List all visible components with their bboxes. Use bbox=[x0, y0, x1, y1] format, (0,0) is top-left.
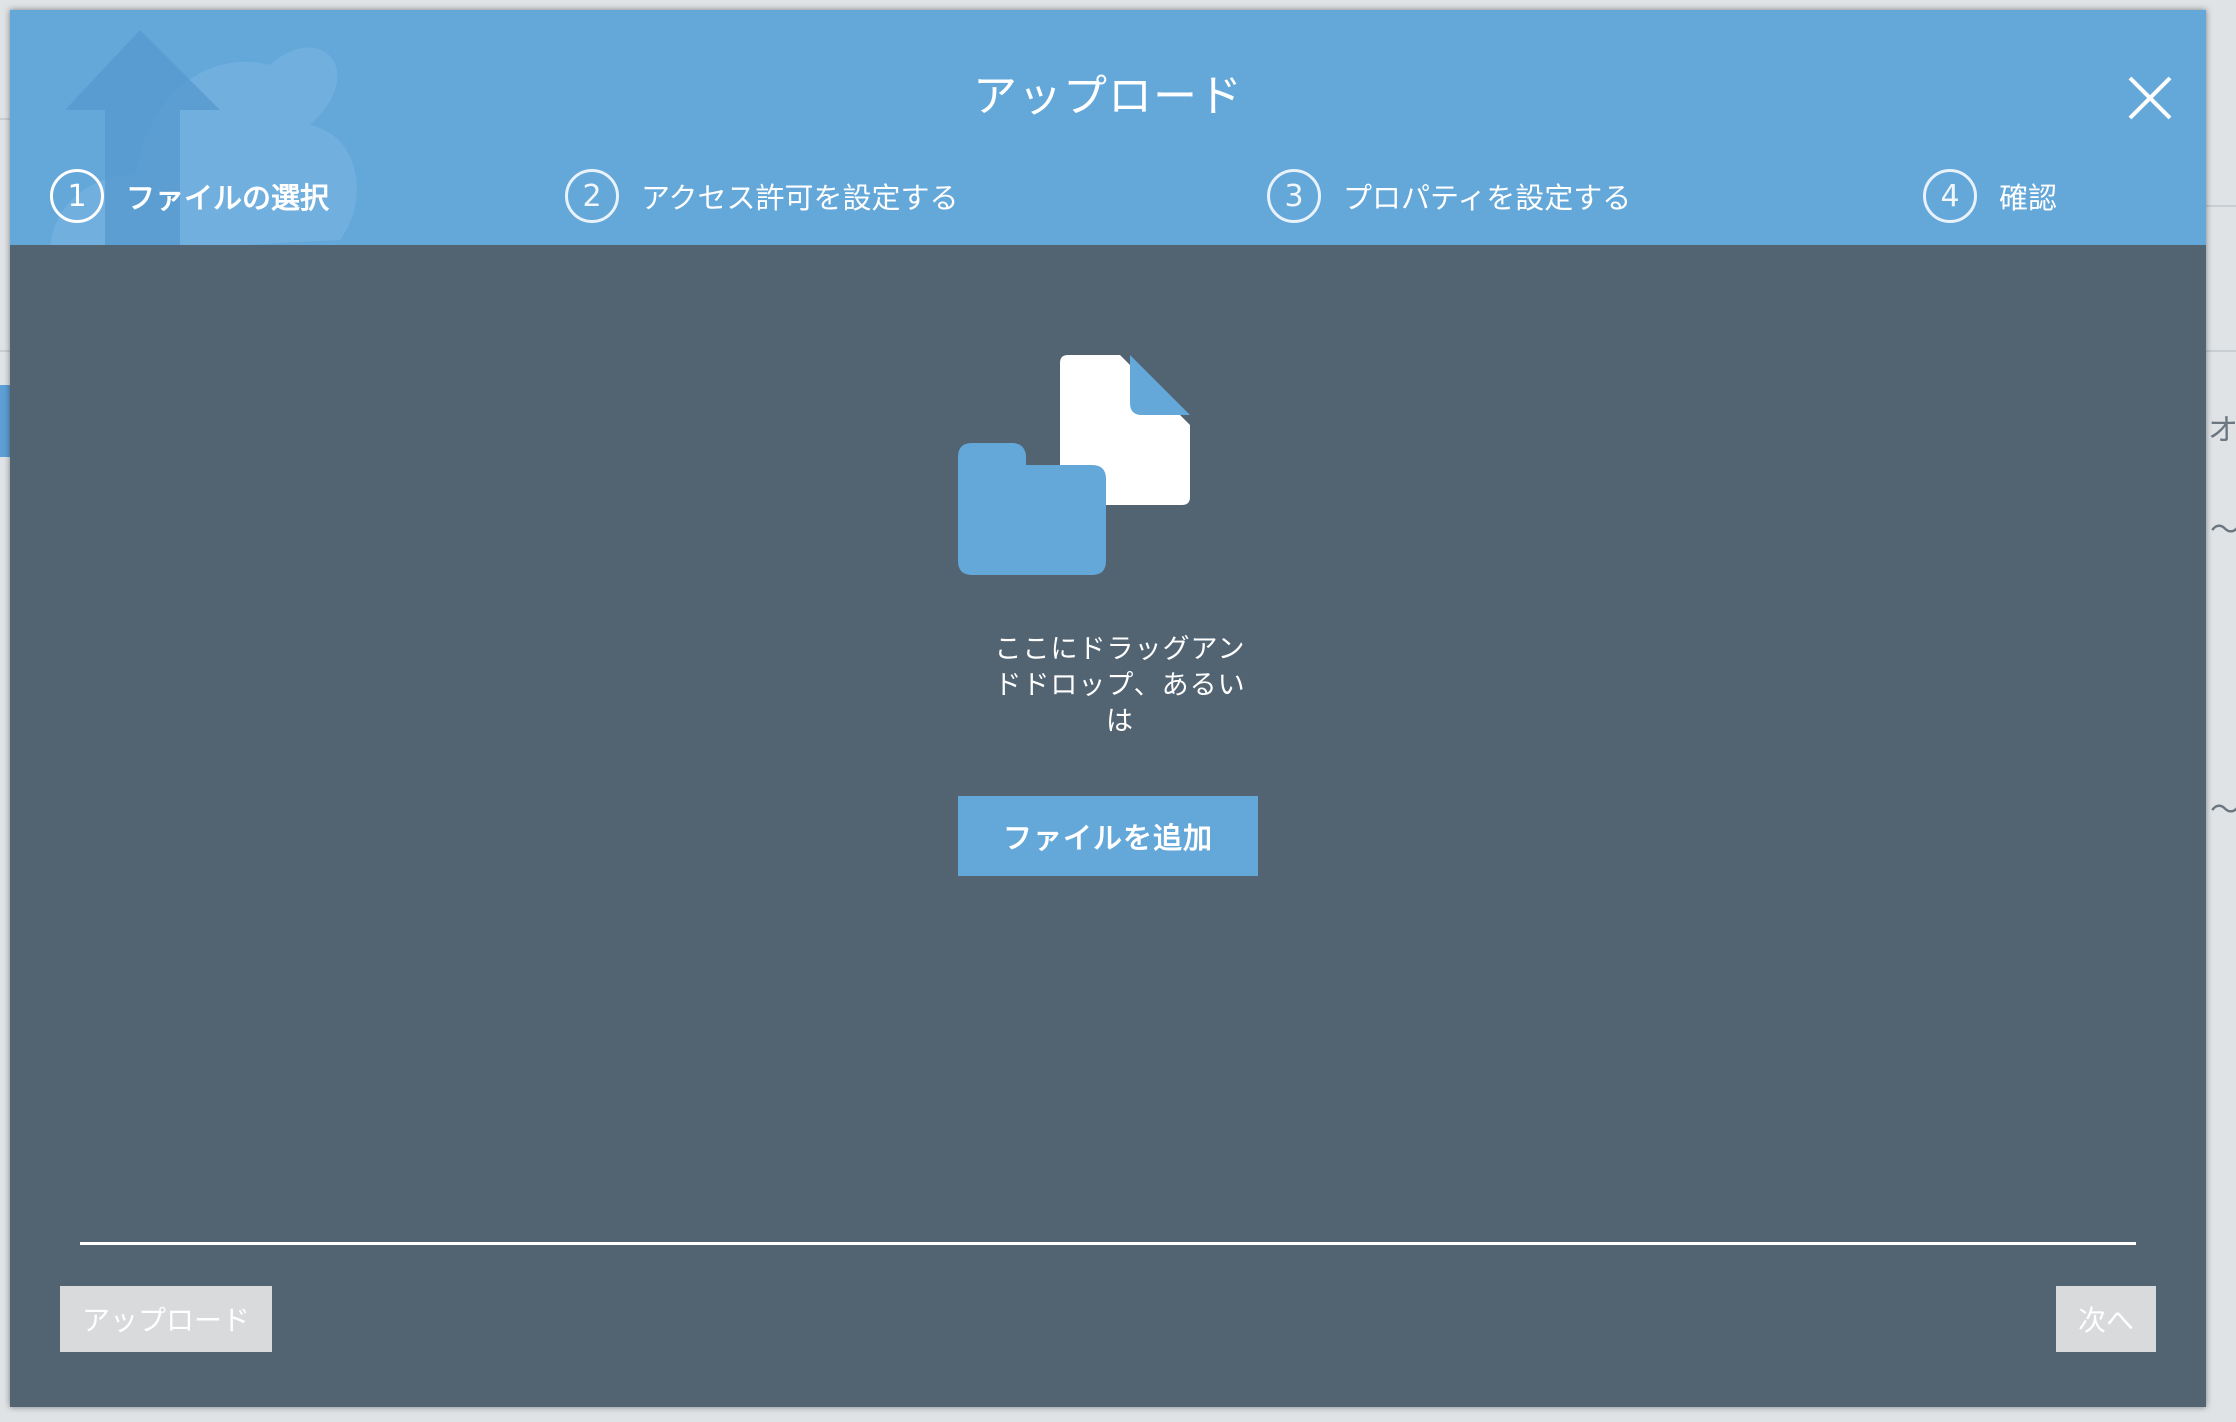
step-number: 2 bbox=[565, 169, 619, 223]
close-icon bbox=[2128, 76, 2172, 120]
upload-button[interactable]: アップロード bbox=[60, 1286, 272, 1352]
upload-modal: アップロード 1 ファイルの選択 2 アクセス許可を設定する 3 プロパティを設… bbox=[10, 10, 2206, 1407]
step-label: 確認 bbox=[1999, 181, 2058, 215]
bg-text-fragment: 〜 bbox=[2210, 785, 2236, 829]
step-number: 4 bbox=[1923, 169, 1977, 223]
footer-divider bbox=[80, 1242, 2136, 1245]
drop-text-line: ここにドラッグアン bbox=[994, 634, 1246, 665]
bg-text-fragment: オ bbox=[2208, 413, 2236, 448]
step-set-permissions: 2 アクセス許可を設定する bbox=[565, 168, 959, 224]
step-label: ファイルの選択 bbox=[126, 181, 330, 215]
step-number: 1 bbox=[50, 169, 104, 223]
step-set-properties: 3 プロパティを設定する bbox=[1267, 168, 1631, 224]
next-button[interactable]: 次へ bbox=[2056, 1286, 2156, 1352]
drop-instruction-text: ここにドラッグアン ドドロップ、あるい は bbox=[970, 632, 1270, 740]
step-confirm: 4 確認 bbox=[1923, 168, 2057, 224]
step-select-file: 1 ファイルの選択 bbox=[50, 168, 329, 224]
drop-text-line: ドドロップ、あるい bbox=[994, 670, 1246, 701]
add-file-button[interactable]: ファイルを追加 bbox=[958, 796, 1258, 876]
bg-divider bbox=[0, 118, 10, 120]
file-folder-icon bbox=[958, 355, 1190, 575]
modal-header: アップロード 1 ファイルの選択 2 アクセス許可を設定する 3 プロパティを設… bbox=[10, 10, 2206, 245]
step-number: 3 bbox=[1267, 169, 1321, 223]
close-button[interactable] bbox=[2120, 68, 2180, 128]
step-label: アクセス許可を設定する bbox=[641, 181, 959, 215]
bg-blue-strip bbox=[0, 385, 10, 457]
bg-text-fragment: 〜 bbox=[2210, 505, 2236, 549]
drop-text-line: は bbox=[1106, 706, 1134, 737]
step-label: プロパティを設定する bbox=[1343, 181, 1632, 215]
modal-title: アップロード bbox=[973, 71, 1243, 122]
bg-divider bbox=[0, 350, 10, 352]
